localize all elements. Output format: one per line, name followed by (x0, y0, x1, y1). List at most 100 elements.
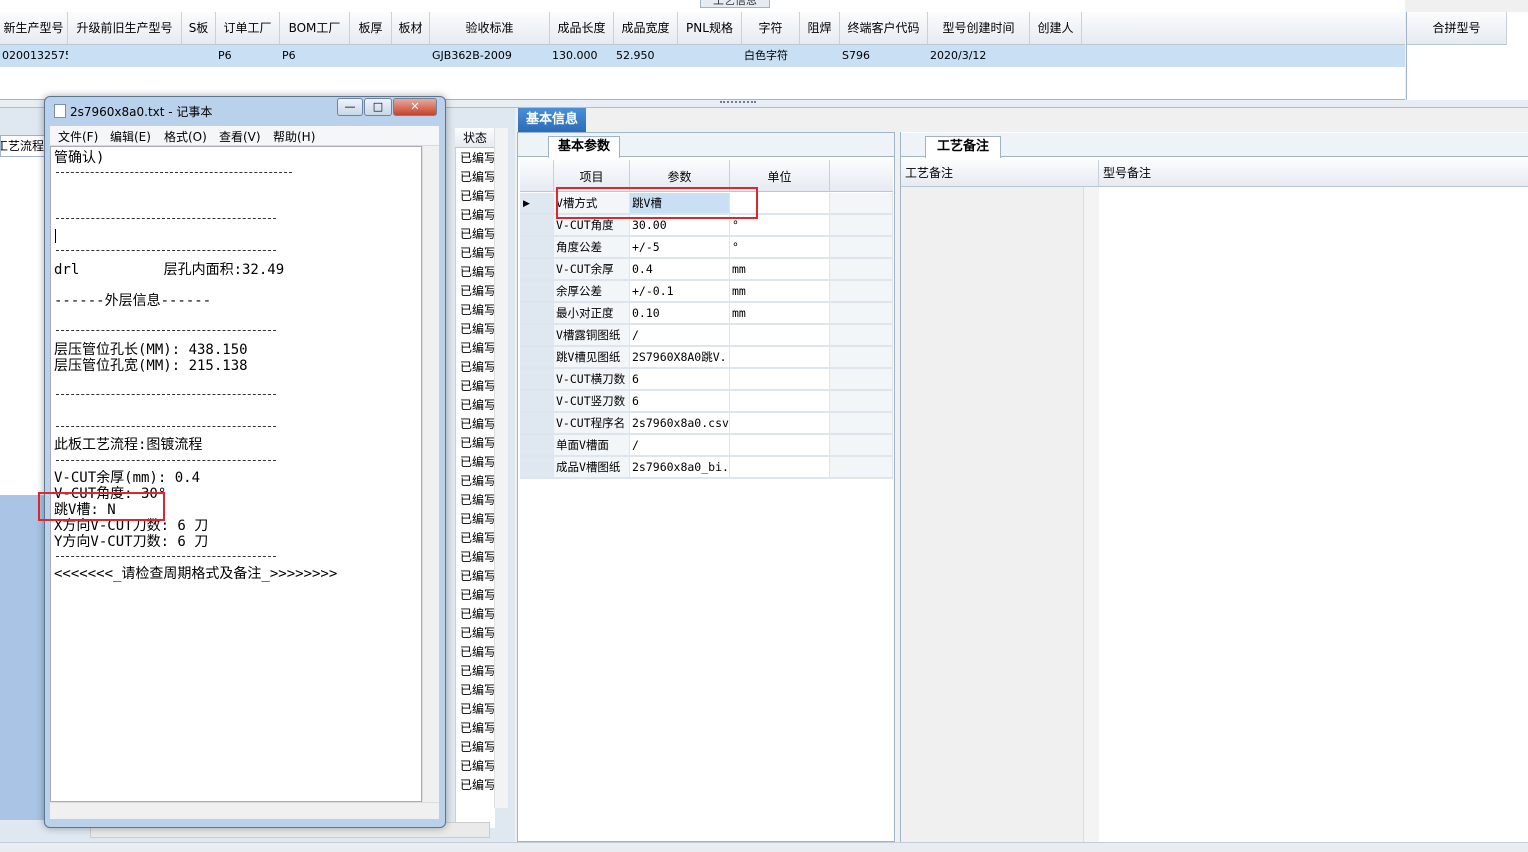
col-char[interactable]: 字符 (742, 12, 800, 45)
menu-format[interactable]: 格式(O) (164, 128, 207, 145)
status-cell: 已编写 (460, 360, 494, 374)
status-cell: 已编写 (460, 284, 494, 298)
status-cell: 已编写 (460, 398, 494, 412)
highlight-box (556, 187, 758, 219)
cell-param[interactable]: / (630, 435, 730, 456)
cell-item: 跳V槽见图纸 (554, 347, 630, 368)
cell-unit: mm (730, 303, 830, 324)
cell-param[interactable]: +/-0.1 (630, 281, 730, 302)
menu-file[interactable]: 文件(F) (58, 128, 98, 145)
status-cell: 已编写 (460, 455, 494, 469)
status-cell: 已编写 (460, 246, 494, 260)
cell-length: 130.000 (552, 49, 598, 62)
highlight-box (38, 492, 165, 521)
menu-help[interactable]: 帮助(H) (273, 128, 315, 145)
col-s-board[interactable]: S板 (182, 12, 216, 45)
tab-basic-params[interactable]: 基本参数 (548, 136, 620, 158)
col-filler (1082, 12, 1405, 45)
cell-item: 角度公差 (554, 237, 630, 258)
col-width[interactable]: 成品宽度 (614, 12, 678, 45)
col-merge-model[interactable]: 合拼型号 (1407, 12, 1507, 45)
col-craft-note[interactable]: 工艺备注 (901, 160, 1099, 187)
process-info-tab[interactable]: 工艺信息 (700, 0, 770, 8)
tab-craft-note[interactable]: 工艺备注 (925, 136, 1001, 158)
minimize-icon[interactable]: — (337, 98, 363, 116)
cell-unit (730, 369, 830, 390)
cell-unit (730, 347, 830, 368)
cell-created: 2020/3/12 (930, 49, 987, 62)
col-created[interactable]: 型号创建时间 (928, 12, 1030, 45)
cell-item: V槽露铜图纸 (554, 325, 630, 346)
table-row[interactable] (0, 45, 1405, 67)
col-material[interactable]: 板材 (392, 12, 430, 45)
maximize-icon[interactable]: □ (364, 98, 392, 116)
status-scrollbar[interactable] (494, 128, 508, 808)
vertical-scrollbar[interactable] (422, 146, 439, 802)
cell-param[interactable]: 6 (630, 369, 730, 390)
text-line: V-CUT余厚(mm): 0.4 (54, 470, 201, 486)
col-standard[interactable]: 验收标准 (430, 12, 550, 45)
text-caret (55, 229, 56, 243)
status-cell: 已编写 (460, 341, 494, 355)
separator (56, 330, 276, 331)
col-order-factory[interactable]: 订单工厂 (216, 12, 280, 45)
cell-param[interactable]: +/-5 (630, 237, 730, 258)
status-cell: 已编写 (460, 721, 494, 735)
cell-width: 52.950 (616, 49, 655, 62)
tab-process-flow[interactable]: 工艺流程 (0, 135, 45, 157)
cell-param[interactable]: 2s7960x8a0_bi... (630, 457, 730, 478)
cell-filler (830, 347, 893, 368)
col-customer[interactable]: 终端客户代码 (840, 12, 928, 45)
tab-basic-info[interactable]: 基本信息 (518, 108, 586, 132)
craft-note-field[interactable] (901, 187, 1099, 842)
cell-unit: mm (730, 281, 830, 302)
horizontal-scrollbar[interactable] (50, 802, 439, 819)
separator (56, 218, 276, 219)
col-status[interactable]: 状态 (455, 128, 495, 148)
col-new-model[interactable]: 新生产型号 (0, 12, 68, 45)
row-header-cell (520, 325, 554, 346)
row-header-cell (520, 259, 554, 280)
col-creator[interactable]: 创建人 (1030, 12, 1082, 45)
text-line: 此板工艺流程:图镀流程 (54, 437, 203, 453)
col-thickness[interactable]: 板厚 (350, 12, 392, 45)
cell-param[interactable]: 2S7960X8A0跳V... (630, 347, 730, 368)
merge-model-grid: 合拼型号 (1406, 12, 1528, 100)
cell-unit (730, 325, 830, 346)
cell-param[interactable]: 0.10 (630, 303, 730, 324)
close-icon[interactable]: ✕ (393, 98, 437, 116)
cell-item: V-CUT横刀数 (554, 369, 630, 390)
col-solder[interactable]: 阻焊 (800, 12, 840, 45)
cell-filler (830, 325, 893, 346)
craft-note-scrollbar[interactable] (1083, 187, 1099, 842)
menu-edit[interactable]: 编辑(E) (110, 128, 151, 145)
col-model-note[interactable]: 型号备注 (1099, 160, 1528, 187)
cell-unit (730, 457, 830, 478)
text-line: 层压管位孔长(MM): 438.150 (54, 342, 248, 358)
status-cell: 已编写 (460, 417, 494, 431)
col-bom-factory[interactable]: BOM工厂 (280, 12, 350, 45)
cell-param[interactable]: 2s7960x8a0.csv (630, 413, 730, 434)
cell-char: 白色字符 (744, 49, 788, 62)
menu-view[interactable]: 查看(V) (219, 128, 261, 145)
cell-param[interactable]: / (630, 325, 730, 346)
status-cell: 已编写 (460, 322, 494, 336)
col-row-header (520, 160, 554, 192)
cell-param[interactable]: 0.4 (630, 259, 730, 280)
text-line: ------外层信息------ (54, 293, 212, 309)
status-cell: 已编写 (460, 550, 494, 564)
status-cell: 已编写 (460, 607, 494, 621)
splitter-grip-icon[interactable] (720, 101, 756, 105)
separator (56, 250, 276, 251)
cell-filler (830, 391, 893, 412)
col-pnl[interactable]: PNL规格 (678, 12, 742, 45)
status-cell: 已编写 (460, 569, 494, 583)
col-length[interactable]: 成品长度 (550, 12, 614, 45)
cell-param[interactable]: 6 (630, 391, 730, 412)
col-old-model[interactable]: 升级前旧生产型号 (68, 12, 182, 45)
text-line: 层压管位孔宽(MM): 215.138 (54, 358, 248, 374)
row-header-cell (520, 369, 554, 390)
col-filler (830, 160, 893, 192)
cell-unit (730, 413, 830, 434)
status-cell: 已编写 (460, 664, 494, 678)
